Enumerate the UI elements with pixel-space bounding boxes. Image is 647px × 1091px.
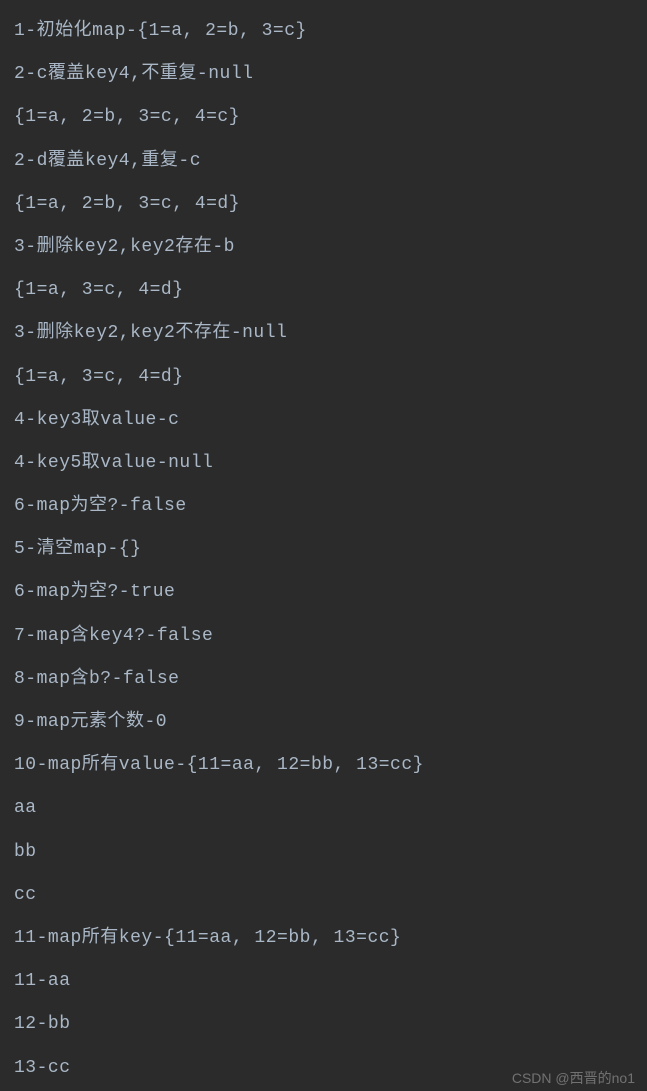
output-line: {1=a, 2=b, 3=c, 4=d} [14,183,647,226]
output-line: 8-map含b?-false [14,658,647,701]
output-line: bb [14,831,647,874]
output-line: 6-map为空?-false [14,485,647,528]
output-line: 3-删除key2,key2不存在-null [14,312,647,355]
output-line: 2-c覆盖key4,不重复-null [14,53,647,96]
watermark-text: CSDN @西晋的no1 [512,1071,635,1085]
output-line: 12-bb [14,1003,647,1046]
output-line: 4-key3取value-c [14,399,647,442]
output-line: {1=a, 2=b, 3=c, 4=c} [14,96,647,139]
output-line: 6-map为空?-true [14,571,647,614]
output-line: 2-d覆盖key4,重复-c [14,140,647,183]
output-line: 11-map所有key-{11=aa, 12=bb, 13=cc} [14,917,647,960]
output-line: 9-map元素个数-0 [14,701,647,744]
output-line: 3-删除key2,key2存在-b [14,226,647,269]
output-line: aa [14,787,647,830]
output-line: {1=a, 3=c, 4=d} [14,356,647,399]
output-line: 10-map所有value-{11=aa, 12=bb, 13=cc} [14,744,647,787]
output-line: 4-key5取value-null [14,442,647,485]
output-line: 7-map含key4?-false [14,615,647,658]
output-line: 5-清空map-{} [14,528,647,571]
output-line: 11-aa [14,960,647,1003]
output-line: cc [14,874,647,917]
console-output: 1-初始化map-{1=a, 2=b, 3=c} 2-c覆盖key4,不重复-n… [14,10,647,1090]
output-line: 1-初始化map-{1=a, 2=b, 3=c} [14,10,647,53]
output-line: {1=a, 3=c, 4=d} [14,269,647,312]
